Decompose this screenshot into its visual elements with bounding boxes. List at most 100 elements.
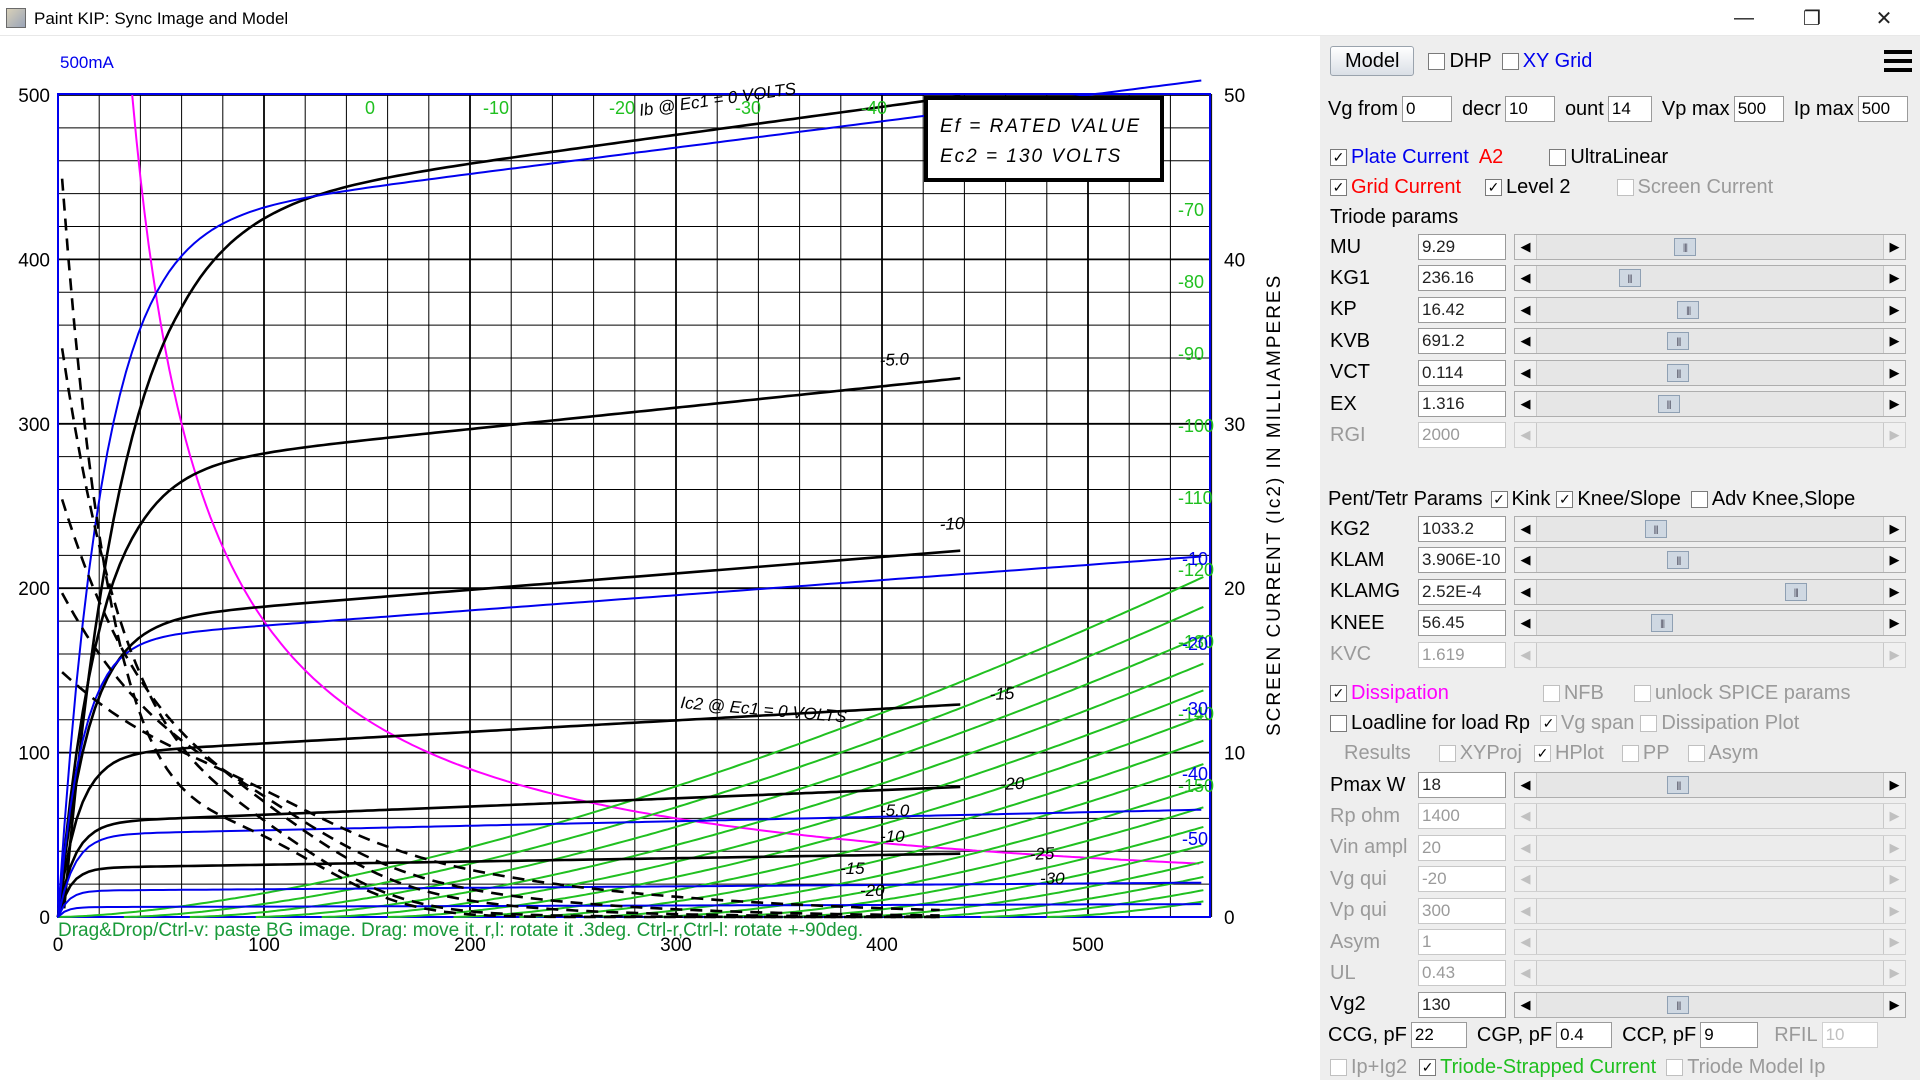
param-value-input[interactable]	[1418, 897, 1506, 924]
slider-left-arrow-icon[interactable]: ◀	[1515, 611, 1537, 636]
vg-from-input[interactable]	[1402, 96, 1453, 122]
slider-right-arrow-icon[interactable]: ▶	[1883, 930, 1905, 954]
ccg-input[interactable]	[1410, 1022, 1467, 1048]
param-value-input[interactable]	[1418, 641, 1506, 668]
slider-left-arrow-icon[interactable]: ◀	[1515, 804, 1537, 829]
param-value-input[interactable]	[1418, 772, 1506, 798]
hamburger-menu-icon[interactable]	[1884, 50, 1912, 74]
count-input[interactable]	[1607, 96, 1652, 122]
slider-right-arrow-icon[interactable]: ▶	[1883, 329, 1905, 354]
param-slider[interactable]: ◀ ▶ |||	[1514, 328, 1906, 355]
param-value-input[interactable]	[1418, 422, 1506, 449]
slider-right-arrow-icon[interactable]: ▶	[1883, 773, 1905, 797]
slider-thumb[interactable]: |||	[1618, 269, 1641, 288]
slider-left-arrow-icon[interactable]: ◀	[1515, 548, 1537, 573]
slider-left-arrow-icon[interactable]: ◀	[1515, 423, 1537, 448]
slider-right-arrow-icon[interactable]: ▶	[1883, 266, 1905, 291]
slider-thumb[interactable]: |||	[1667, 363, 1690, 382]
triode-model-ip-checkbox[interactable]: Triode Model Ip	[1666, 1056, 1825, 1079]
param-value-input[interactable]	[1418, 834, 1506, 861]
param-value-input[interactable]	[1418, 578, 1506, 605]
ip-max-input[interactable]	[1857, 96, 1908, 122]
hplot-checkbox[interactable]: ✓ HPlot	[1533, 742, 1604, 765]
model-button[interactable]: Model	[1330, 46, 1415, 76]
slider-left-arrow-icon[interactable]: ◀	[1515, 642, 1537, 667]
param-slider[interactable]: ◀ ▶	[1514, 834, 1906, 861]
param-slider[interactable]: ◀ ▶	[1514, 641, 1906, 668]
vg-span-checkbox[interactable]: ✓ Vg span	[1540, 712, 1634, 735]
param-slider[interactable]: ◀ ▶ |||	[1514, 578, 1906, 605]
slider-left-arrow-icon[interactable]: ◀	[1515, 360, 1537, 385]
slider-thumb[interactable]: |||	[1667, 776, 1690, 794]
level2-checkbox[interactable]: ✓ Level 2	[1485, 176, 1571, 199]
slider-left-arrow-icon[interactable]: ◀	[1515, 773, 1537, 797]
param-value-input[interactable]	[1418, 803, 1506, 830]
adv-knee-slope-checkbox[interactable]: Adv Knee,Slope	[1690, 488, 1855, 511]
slider-right-arrow-icon[interactable]: ▶	[1883, 961, 1905, 986]
plot-panel[interactable]: 500 400 300 200 100 0 0 100 200 300 400 500 50 40 30 20…	[0, 36, 1320, 1080]
slider-left-arrow-icon[interactable]: ◀	[1515, 517, 1537, 541]
param-value-input[interactable]	[1418, 296, 1506, 323]
slider-thumb[interactable]: |||	[1667, 995, 1690, 1014]
param-slider[interactable]: ◀ ▶ |||	[1514, 772, 1906, 798]
param-slider[interactable]: ◀ ▶	[1514, 929, 1906, 955]
slider-right-arrow-icon[interactable]: ▶	[1883, 297, 1905, 322]
dissipation-checkbox[interactable]: ✓ Dissipation	[1330, 682, 1449, 705]
pp-checkbox[interactable]: PP	[1621, 742, 1670, 765]
slider-right-arrow-icon[interactable]: ▶	[1883, 423, 1905, 448]
param-value-input[interactable]	[1418, 328, 1506, 355]
slider-left-arrow-icon[interactable]: ◀	[1515, 235, 1537, 259]
decr-input[interactable]	[1504, 96, 1555, 122]
slider-right-arrow-icon[interactable]: ▶	[1883, 992, 1905, 1017]
param-value-input[interactable]	[1418, 866, 1506, 893]
asym-checkbox[interactable]: Asym	[1687, 742, 1759, 765]
slider-thumb[interactable]: |||	[1657, 395, 1680, 413]
param-slider[interactable]: ◀ ▶	[1514, 803, 1906, 830]
slider-right-arrow-icon[interactable]: ▶	[1883, 360, 1905, 385]
slider-left-arrow-icon[interactable]: ◀	[1515, 329, 1537, 354]
nfb-checkbox[interactable]: NFB	[1542, 682, 1604, 705]
xy-grid-checkbox[interactable]: XY Grid	[1501, 50, 1592, 73]
slider-left-arrow-icon[interactable]: ◀	[1515, 392, 1537, 416]
xyproj-checkbox[interactable]: XYProj	[1438, 742, 1522, 765]
slider-right-arrow-icon[interactable]: ▶	[1883, 579, 1905, 604]
slider-left-arrow-icon[interactable]: ◀	[1515, 898, 1537, 923]
plate-current-checkbox[interactable]: ✓ Plate Current	[1330, 146, 1469, 169]
unlock-spice-checkbox[interactable]: unlock SPICE params	[1633, 682, 1850, 705]
ip-ig2-checkbox[interactable]: Ip+Ig2	[1330, 1056, 1407, 1079]
slider-left-arrow-icon[interactable]: ◀	[1515, 835, 1537, 860]
slider-thumb[interactable]: |||	[1673, 238, 1696, 256]
slider-left-arrow-icon[interactable]: ◀	[1515, 961, 1537, 986]
param-slider[interactable]: ◀ ▶	[1514, 422, 1906, 449]
param-value-input[interactable]	[1418, 516, 1506, 542]
slider-right-arrow-icon[interactable]: ▶	[1883, 804, 1905, 829]
param-slider[interactable]: ◀ ▶ |||	[1514, 265, 1906, 292]
rfil-input[interactable]	[1821, 1022, 1878, 1048]
slider-thumb[interactable]: |||	[1644, 520, 1667, 538]
param-slider[interactable]: ◀ ▶ |||	[1514, 391, 1906, 417]
slider-left-arrow-icon[interactable]: ◀	[1515, 579, 1537, 604]
kink-checkbox[interactable]: ✓ Kink	[1490, 488, 1550, 511]
slider-right-arrow-icon[interactable]: ▶	[1883, 548, 1905, 573]
param-slider[interactable]: ◀ ▶ |||	[1514, 234, 1906, 260]
param-slider[interactable]: ◀ ▶ |||	[1514, 359, 1906, 386]
slider-right-arrow-icon[interactable]: ▶	[1883, 867, 1905, 892]
vp-max-input[interactable]	[1733, 96, 1784, 122]
slider-right-arrow-icon[interactable]: ▶	[1883, 835, 1905, 860]
slider-thumb[interactable]: |||	[1784, 582, 1807, 601]
slider-right-arrow-icon[interactable]: ▶	[1883, 517, 1905, 541]
ultralinear-checkbox[interactable]: UltraLinear	[1549, 146, 1668, 169]
screen-current-checkbox[interactable]: Screen Current	[1616, 176, 1773, 199]
param-value-input[interactable]	[1418, 391, 1506, 417]
slider-left-arrow-icon[interactable]: ◀	[1515, 992, 1537, 1017]
minimize-button[interactable]: —	[1716, 0, 1772, 36]
slider-right-arrow-icon[interactable]: ▶	[1883, 611, 1905, 636]
loadline-checkbox[interactable]: Loadline for load Rp	[1330, 712, 1530, 735]
param-value-input[interactable]	[1418, 610, 1506, 637]
param-slider[interactable]: ◀ ▶ |||	[1514, 610, 1906, 637]
slider-thumb[interactable]: |||	[1667, 551, 1690, 570]
param-slider[interactable]: ◀ ▶ |||	[1514, 296, 1906, 323]
param-value-input[interactable]	[1418, 234, 1506, 260]
slider-left-arrow-icon[interactable]: ◀	[1515, 297, 1537, 322]
slider-left-arrow-icon[interactable]: ◀	[1515, 930, 1537, 954]
